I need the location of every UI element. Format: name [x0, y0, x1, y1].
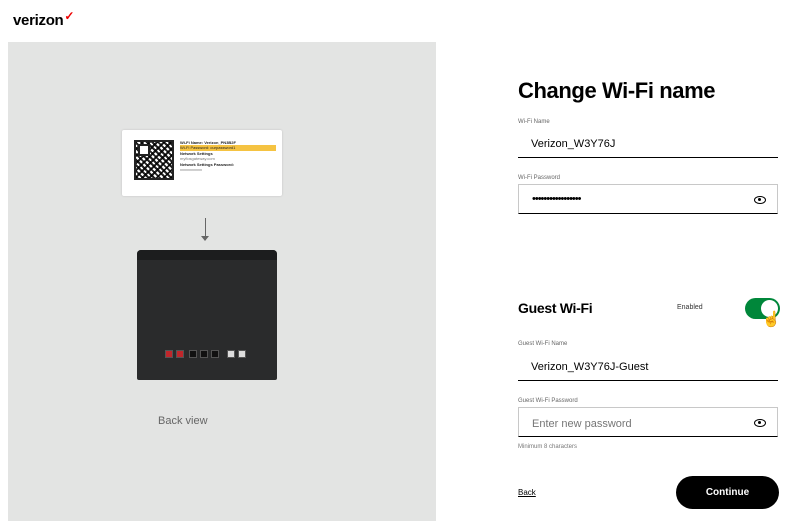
- port: [165, 350, 173, 358]
- page-title: Change Wi-Fi name: [518, 78, 716, 103]
- wifi-name-label: Wi-Fi Name: [518, 119, 550, 125]
- logo-check-icon: ✓: [64, 9, 75, 23]
- back-view-caption: Back view: [158, 415, 208, 427]
- wifi-settings-form: Change Wi-Fi name Wi-Fi Name Verizon_W3Y…: [436, 42, 796, 521]
- guest-wifi-heading: Guest Wi-Fi: [518, 300, 593, 316]
- router-image: [137, 250, 277, 380]
- port: [189, 350, 197, 358]
- continue-button[interactable]: Continue: [676, 476, 779, 509]
- eye-icon[interactable]: [754, 196, 766, 204]
- hand-pointer-icon: ☝: [762, 311, 781, 328]
- router-ports: [165, 347, 255, 361]
- wifi-name-value: Verizon_W3Y76J: [531, 138, 616, 150]
- wifi-password-label: Wi-Fi Password: [518, 175, 561, 181]
- wifi-password-input[interactable]: •••••••••••••••••: [518, 184, 778, 214]
- port: [227, 350, 235, 358]
- router-top: [137, 250, 277, 260]
- back-link[interactable]: Back: [518, 488, 536, 497]
- router-label-card: Wi-Fi Name: Verizon_PN3B2F Wi-Fi Passwor…: [122, 130, 282, 196]
- port: [200, 350, 208, 358]
- guest-wifi-password-label: Guest Wi-Fi Password: [518, 398, 578, 404]
- top-bar: verizon✓: [0, 0, 796, 40]
- router-illustration-panel: Wi-Fi Name: Verizon_PN3B2F Wi-Fi Passwor…: [8, 42, 436, 521]
- guest-wifi-password-input[interactable]: Enter new password: [518, 407, 778, 437]
- router-label-text: Wi-Fi Name: Verizon_PN3B2F Wi-Fi Passwor…: [180, 140, 276, 172]
- verizon-logo[interactable]: verizon✓: [13, 9, 74, 29]
- logo-text: verizon: [13, 12, 64, 29]
- wifi-password-value: •••••••••••••••••: [532, 193, 581, 205]
- label-line: xxxxxxxxxxx: [180, 167, 202, 173]
- arrow-head: [201, 236, 209, 241]
- guest-password-hint: Minimum 8 characters: [518, 444, 578, 450]
- guest-wifi-name-label: Guest Wi-Fi Name: [518, 341, 568, 347]
- guest-password-placeholder: Enter new password: [532, 418, 632, 430]
- guest-wifi-name-value: Verizon_W3Y76J-Guest: [531, 361, 649, 373]
- wifi-name-input[interactable]: Verizon_W3Y76J: [518, 128, 778, 158]
- port: [211, 350, 219, 358]
- port: [238, 350, 246, 358]
- port: [176, 350, 184, 358]
- qr-code-icon: [134, 140, 174, 180]
- guest-wifi-status: Enabled: [677, 304, 703, 311]
- guest-wifi-name-input[interactable]: Verizon_W3Y76J-Guest: [518, 351, 778, 381]
- eye-icon[interactable]: [754, 419, 766, 427]
